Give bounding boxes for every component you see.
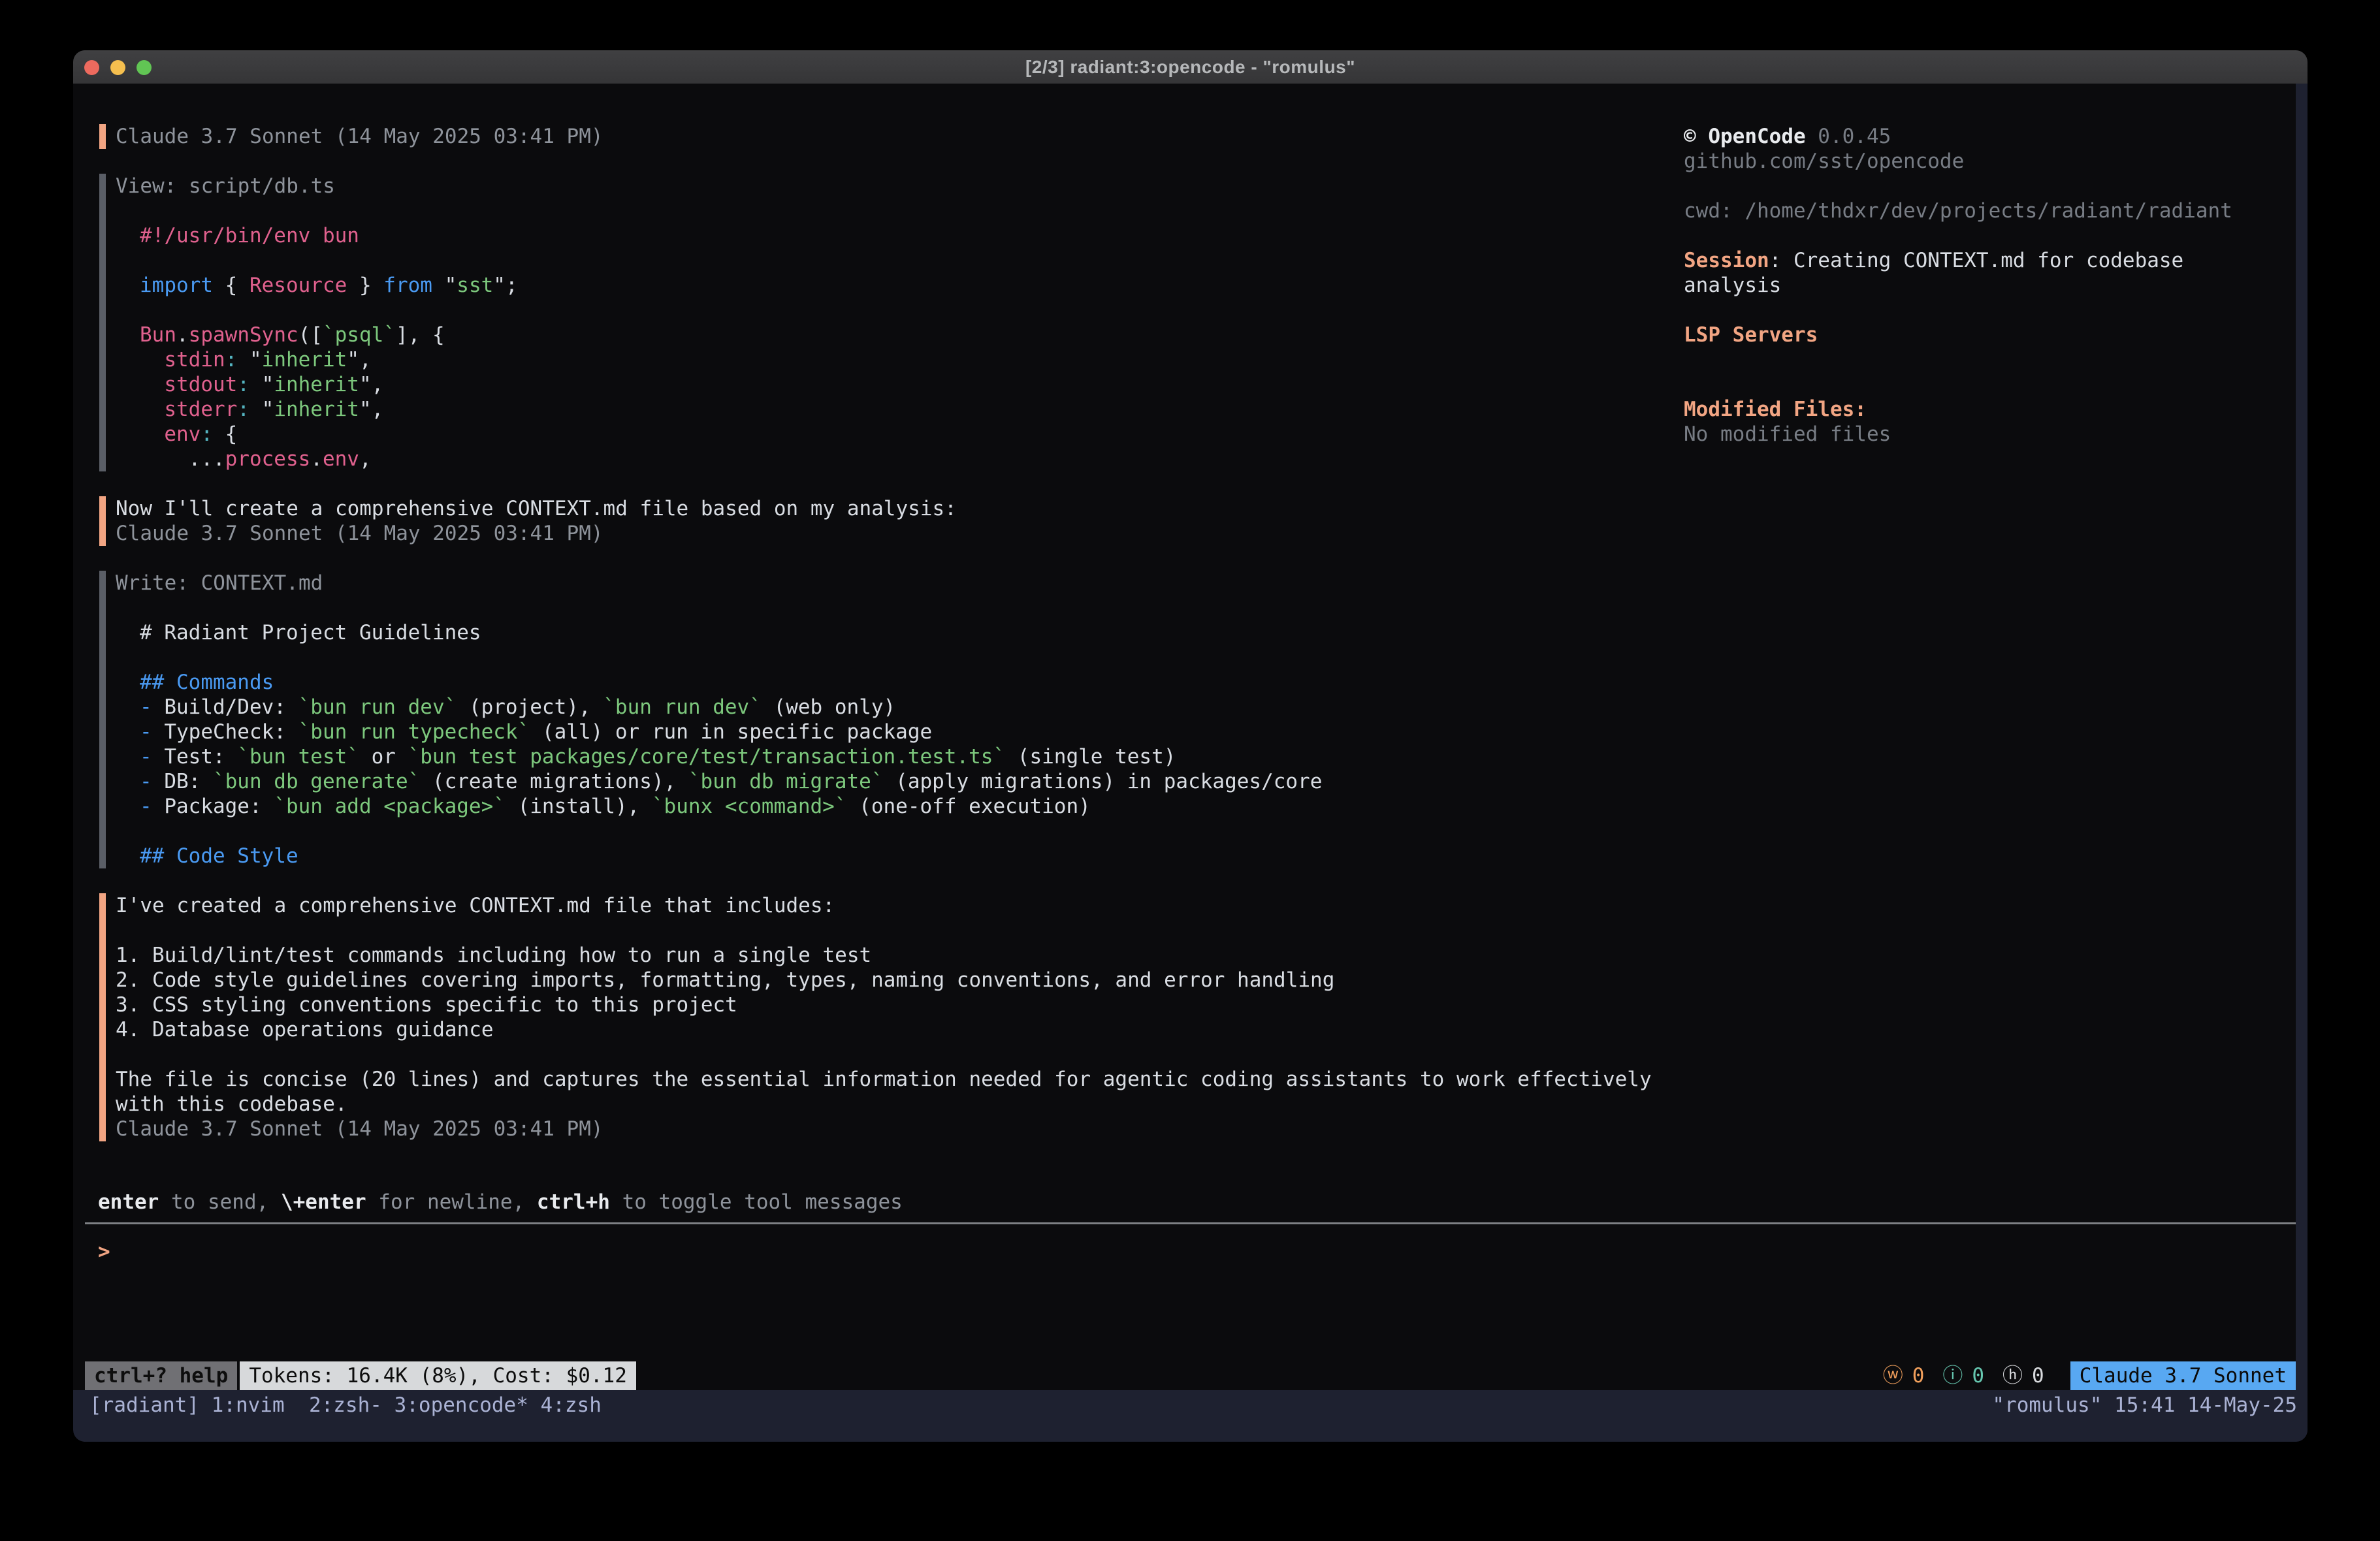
model-selector-chip[interactable]: Claude 3.7 Sonnet: [2070, 1361, 2296, 1390]
tool-view-label: View: script/db.ts: [116, 174, 335, 199]
code-line: stderr: "inherit",: [140, 397, 383, 422]
code-line: stdout: "inherit",: [140, 372, 383, 397]
markdown-line: - TypeCheck: `bun run typecheck` (all) o…: [140, 720, 932, 744]
tool-write-label: Write: CONTEXT.md: [116, 571, 323, 596]
numbered-item: 4. Database operations guidance: [116, 1017, 494, 1042]
composer-divider: [85, 1222, 2296, 1224]
sidebar-modified-empty: No modified files: [1684, 422, 1891, 447]
markdown-line: - Build/Dev: `bun run dev` (project), `b…: [140, 695, 895, 720]
model-attribution: Claude 3.7 Sonnet (14 May 2025 03:41 PM): [116, 1117, 603, 1141]
model-attribution: Claude 3.7 Sonnet (14 May 2025 03:41 PM): [116, 521, 603, 546]
maximize-button[interactable]: [137, 60, 152, 75]
info-icon: ⓘ: [1942, 1361, 1963, 1390]
assistant-block-bar: [99, 124, 106, 149]
warning-icon: ⓦ: [1883, 1361, 1903, 1390]
tmux-status-bar: [radiant] 1:nvim 2:zsh- 3:opencode* 4:zs…: [73, 1390, 2308, 1442]
numbered-item: 3. CSS styling conventions specific to t…: [116, 993, 737, 1017]
code-line: import { Resource } from "sst";: [140, 273, 518, 298]
markdown-line: ## Code Style: [140, 844, 298, 868]
sidebar-modified-header: Modified Files:: [1684, 397, 1867, 422]
tokens-cost-chip: Tokens: 16.4K (8%), Cost: $0.12: [240, 1361, 636, 1390]
markdown-line: - Test: `bun test` or `bun test packages…: [140, 744, 1176, 769]
keybinding-hints: enter to send, \+enter for newline, ctrl…: [98, 1190, 903, 1215]
sidebar-cwd: cwd: /home/thdxr/dev/projects/radiant/ra…: [1684, 199, 2232, 223]
code-line: env: {: [140, 422, 237, 447]
prompt-input[interactable]: >: [98, 1239, 110, 1264]
sidebar-session-title-wrap: analysis: [1684, 273, 1781, 298]
status-bar-right: ⓦ 0 ⓘ 0 ⓗ 0 Claude 3.7 Sonnet: [1883, 1361, 2296, 1390]
numbered-item: 1. Build/lint/test commands including ho…: [116, 943, 871, 968]
assistant-message: I've created a comprehensive CONTEXT.md …: [116, 893, 835, 918]
assistant-paragraph: The file is concise (20 lines) and captu…: [116, 1067, 1652, 1092]
window-titlebar: [2/3] radiant:3:opencode - "romulus": [73, 50, 2308, 84]
tool-block-bar: [99, 174, 106, 471]
terminal-window: [2/3] radiant:3:opencode - "romulus" Cla…: [73, 50, 2308, 1442]
markdown-line: - DB: `bun db generate` (create migratio…: [140, 769, 1322, 794]
model-attribution: Claude 3.7 Sonnet (14 May 2025 03:41 PM): [116, 124, 603, 149]
status-bar-left: ctrl+? help Tokens: 16.4K (8%), Cost: $0…: [85, 1361, 636, 1390]
markdown-line: # Radiant Project Guidelines: [140, 620, 481, 645]
sidebar-repo-link[interactable]: github.com/sst/opencode: [1684, 149, 1964, 174]
numbered-item: 2. Code style guidelines covering import…: [116, 968, 1334, 993]
sidebar-session-title: Session: Creating CONTEXT.md for codebas…: [1684, 248, 2183, 273]
right-edge-strip: [2296, 84, 2308, 1442]
hint-icon: ⓗ: [2002, 1361, 2023, 1390]
minimize-button[interactable]: [110, 60, 125, 75]
window-title: [2/3] radiant:3:opencode - "romulus": [1025, 57, 1355, 78]
sidebar-app-version: © OpenCode 0.0.45: [1684, 124, 1891, 149]
code-line: Bun.spawnSync([`psql`], {: [140, 323, 445, 347]
markdown-line: ## Commands: [140, 670, 274, 695]
code-line: stdin: "inherit",: [140, 347, 372, 372]
tool-block-bar: [99, 571, 106, 868]
info-count: 0: [1972, 1361, 1984, 1390]
warning-count: 0: [1912, 1361, 1925, 1390]
close-button[interactable]: [84, 60, 99, 75]
markdown-line: - Package: `bun add <package>` (install)…: [140, 794, 1091, 819]
help-chip[interactable]: ctrl+? help: [85, 1361, 237, 1390]
hint-count: 0: [2032, 1361, 2044, 1390]
sidebar-lsp-header: LSP Servers: [1684, 323, 1818, 347]
assistant-block-bar: [99, 893, 106, 1141]
assistant-paragraph: with this codebase.: [116, 1092, 347, 1117]
tmux-window-list[interactable]: [radiant] 1:nvim 2:zsh- 3:opencode* 4:zs…: [89, 1393, 602, 1418]
assistant-block-bar: [99, 496, 106, 546]
assistant-message: Now I'll create a comprehensive CONTEXT.…: [116, 496, 957, 521]
code-line: #!/usr/bin/env bun: [140, 223, 359, 248]
tmux-session-info: "romulus" 15:41 14-May-25: [1992, 1393, 2297, 1418]
code-line: ...process.env,: [140, 447, 372, 471]
desktop: { "titlebar": { "title": "[2/3] radiant:…: [0, 0, 2380, 1541]
